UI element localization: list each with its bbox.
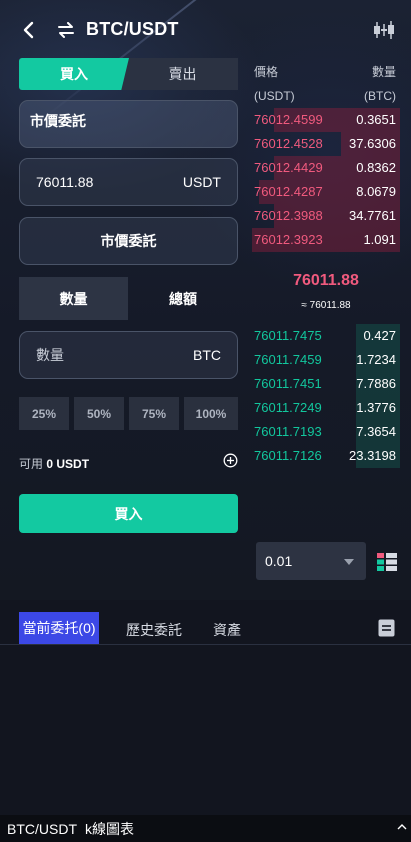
price-value: 76011.88: [36, 174, 94, 190]
bid-row[interactable]: 76011.7451 7.7886: [252, 372, 400, 396]
percent-75-button[interactable]: 75%: [129, 397, 179, 430]
bid-price: 76011.7451: [254, 376, 322, 391]
percent-100-button[interactable]: 100%: [184, 397, 238, 430]
tab-quantity[interactable]: 數量: [19, 277, 128, 320]
candlestick-icon[interactable]: [372, 20, 396, 40]
available-label: 可用: [19, 457, 44, 471]
bid-price: 76011.7475: [254, 328, 322, 343]
ask-qty: 34.7761: [349, 208, 396, 223]
ask-qty: 8.0679: [356, 184, 396, 199]
percent-50-button[interactable]: 50%: [74, 397, 124, 430]
market-order-button[interactable]: 市價委託: [19, 217, 238, 265]
tab-order-history[interactable]: 歷史委託: [126, 620, 182, 640]
chevron-up-icon[interactable]: [397, 823, 407, 831]
ask-row[interactable]: 76012.4528 37.6306: [252, 132, 400, 156]
ask-row[interactable]: 76012.3988 34.7761: [252, 204, 400, 228]
amount-field[interactable]: 數量 BTC: [19, 331, 238, 379]
chevron-down-icon: [344, 559, 354, 565]
bid-row[interactable]: 76011.7459 1.7234: [252, 348, 400, 372]
page-title[interactable]: BTC/USDT: [86, 19, 179, 40]
percent-25-button[interactable]: 25%: [19, 397, 69, 430]
tab-sell[interactable]: 賣出: [117, 58, 238, 90]
market-order-label: 市價委託: [100, 233, 157, 249]
amount-placeholder: 數量: [36, 347, 64, 363]
bottom-pair: BTC/USDT: [7, 820, 77, 837]
depth-precision-value: 0.01: [265, 553, 293, 569]
orderbook-price-header: 價格: [254, 65, 279, 79]
bid-qty: 23.3198: [349, 448, 396, 463]
ask-qty: 1.091: [363, 232, 396, 247]
ask-row[interactable]: 76012.3923 1.091: [252, 228, 400, 252]
ask-qty: 37.6306: [349, 136, 396, 151]
bid-row[interactable]: 76011.7475 0.427: [252, 324, 400, 348]
bid-price: 76011.7126: [254, 448, 322, 463]
ask-row[interactable]: 76012.4287 8.0679: [252, 180, 400, 204]
orders-list-area: [0, 645, 411, 815]
plus-circle-icon[interactable]: [223, 453, 238, 468]
last-price[interactable]: 76011.88: [252, 272, 400, 290]
tab-current-orders[interactable]: 當前委托(0): [19, 612, 99, 644]
bid-qty: 7.3654: [356, 424, 396, 439]
ask-price: 76012.3988: [254, 208, 323, 223]
order-type-label: 市價委託: [30, 113, 86, 129]
buy-button[interactable]: 買入: [19, 494, 238, 533]
ask-price: 76012.3923: [254, 232, 323, 247]
tab-buy[interactable]: 買入: [19, 58, 129, 90]
bid-qty: 1.3776: [356, 400, 396, 415]
available-balance: 可用 0 USDT: [19, 455, 89, 472]
layout-icon[interactable]: [377, 553, 397, 571]
divider: [0, 644, 411, 645]
available-value: 0 USDT: [46, 457, 90, 471]
ask-row[interactable]: 76012.4429 0.8362: [252, 156, 400, 180]
ask-qty: 0.8362: [356, 160, 396, 175]
bid-qty: 7.7886: [356, 376, 396, 391]
bid-qty: 0.427: [363, 328, 396, 343]
bid-row[interactable]: 76011.7126 23.3198: [252, 444, 400, 468]
bid-price: 76011.7459: [254, 352, 322, 367]
price-unit: USDT: [182, 174, 221, 190]
bid-price: 76011.7193: [254, 424, 322, 439]
amount-unit: BTC: [193, 347, 221, 363]
chart-drawer-bar[interactable]: BTC/USDT k線圖表: [0, 815, 411, 842]
order-type-select[interactable]: 市價委託: [19, 100, 238, 148]
orderbook-qty-header: 數量: [371, 65, 396, 79]
ask-qty: 0.3651: [356, 112, 396, 127]
ask-row[interactable]: 76012.4599 0.3651: [252, 108, 400, 132]
price-field[interactable]: 76011.88 USDT: [19, 158, 238, 206]
bottom-chart-label: k線圖表: [85, 820, 134, 837]
bid-row[interactable]: 76011.7249 1.3776: [252, 396, 400, 420]
tab-total[interactable]: 總額: [128, 277, 238, 320]
swap-icon[interactable]: [57, 22, 75, 38]
bid-qty: 1.7234: [356, 352, 396, 367]
ask-price: 76012.4429: [254, 160, 323, 175]
orderbook-price-unit: (USDT): [254, 89, 295, 103]
last-price-fiat: ≈ 76011.88: [301, 300, 351, 311]
document-icon[interactable]: [378, 619, 395, 637]
header: BTC/USDT: [0, 0, 411, 58]
orderbook-qty-unit: (BTC): [364, 89, 396, 103]
back-icon[interactable]: [20, 21, 38, 39]
bid-row[interactable]: 76011.7193 7.3654: [252, 420, 400, 444]
ask-price: 76012.4287: [254, 184, 323, 199]
ask-price: 76012.4528: [254, 136, 323, 151]
depth-precision-select[interactable]: 0.01: [256, 542, 366, 580]
bid-price: 76011.7249: [254, 400, 322, 415]
tab-assets[interactable]: 資產: [213, 620, 241, 640]
ask-price: 76012.4599: [254, 112, 323, 127]
